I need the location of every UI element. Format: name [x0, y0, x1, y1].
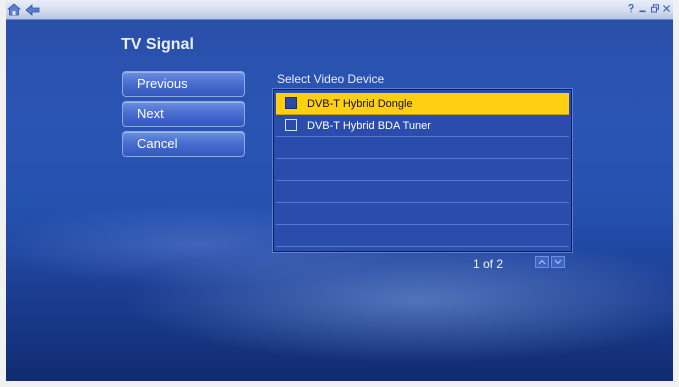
help-icon[interactable]: [626, 2, 635, 14]
list-row-empty: [276, 203, 569, 225]
window-frame-left: [0, 0, 6, 387]
list-item-dvbt-hybrid-bda-tuner[interactable]: DVB-T Hybrid BDA Tuner: [276, 115, 569, 137]
list-row-empty: [276, 181, 569, 203]
previous-button[interactable]: Previous: [122, 71, 245, 97]
back-icon[interactable]: [24, 2, 40, 17]
window-frame-bottom: [0, 381, 679, 387]
list-item-label: DVB-T Hybrid BDA Tuner: [307, 120, 431, 132]
list-row-empty: [276, 159, 569, 181]
device-list-label: Select Video Device: [277, 72, 385, 86]
minimize-icon[interactable]: [638, 2, 647, 14]
top-toolbar: [0, 0, 679, 20]
home-icon[interactable]: [6, 2, 22, 17]
window-frame-right: [673, 0, 679, 387]
restore-icon[interactable]: [650, 2, 659, 14]
close-icon[interactable]: [662, 2, 671, 14]
next-button[interactable]: Next: [122, 101, 245, 127]
scroll-down-icon[interactable]: [551, 256, 565, 268]
device-list: DVB-T Hybrid Dongle DVB-T Hybrid BDA Tun…: [273, 89, 572, 252]
scroll-up-icon[interactable]: [535, 256, 549, 268]
page-counter: 1 of 2: [473, 257, 504, 271]
page-title: TV Signal: [121, 36, 194, 53]
list-row-empty: [276, 225, 569, 247]
cancel-button[interactable]: Cancel: [122, 131, 245, 157]
checkbox[interactable]: [285, 119, 297, 131]
list-scroll-buttons: [535, 256, 565, 268]
window-controls: [626, 2, 671, 14]
list-row-empty: [276, 137, 569, 159]
list-item-dvbt-hybrid-dongle[interactable]: DVB-T Hybrid Dongle: [276, 93, 569, 115]
list-item-label: DVB-T Hybrid Dongle: [307, 98, 413, 110]
checkbox[interactable]: [285, 97, 297, 109]
